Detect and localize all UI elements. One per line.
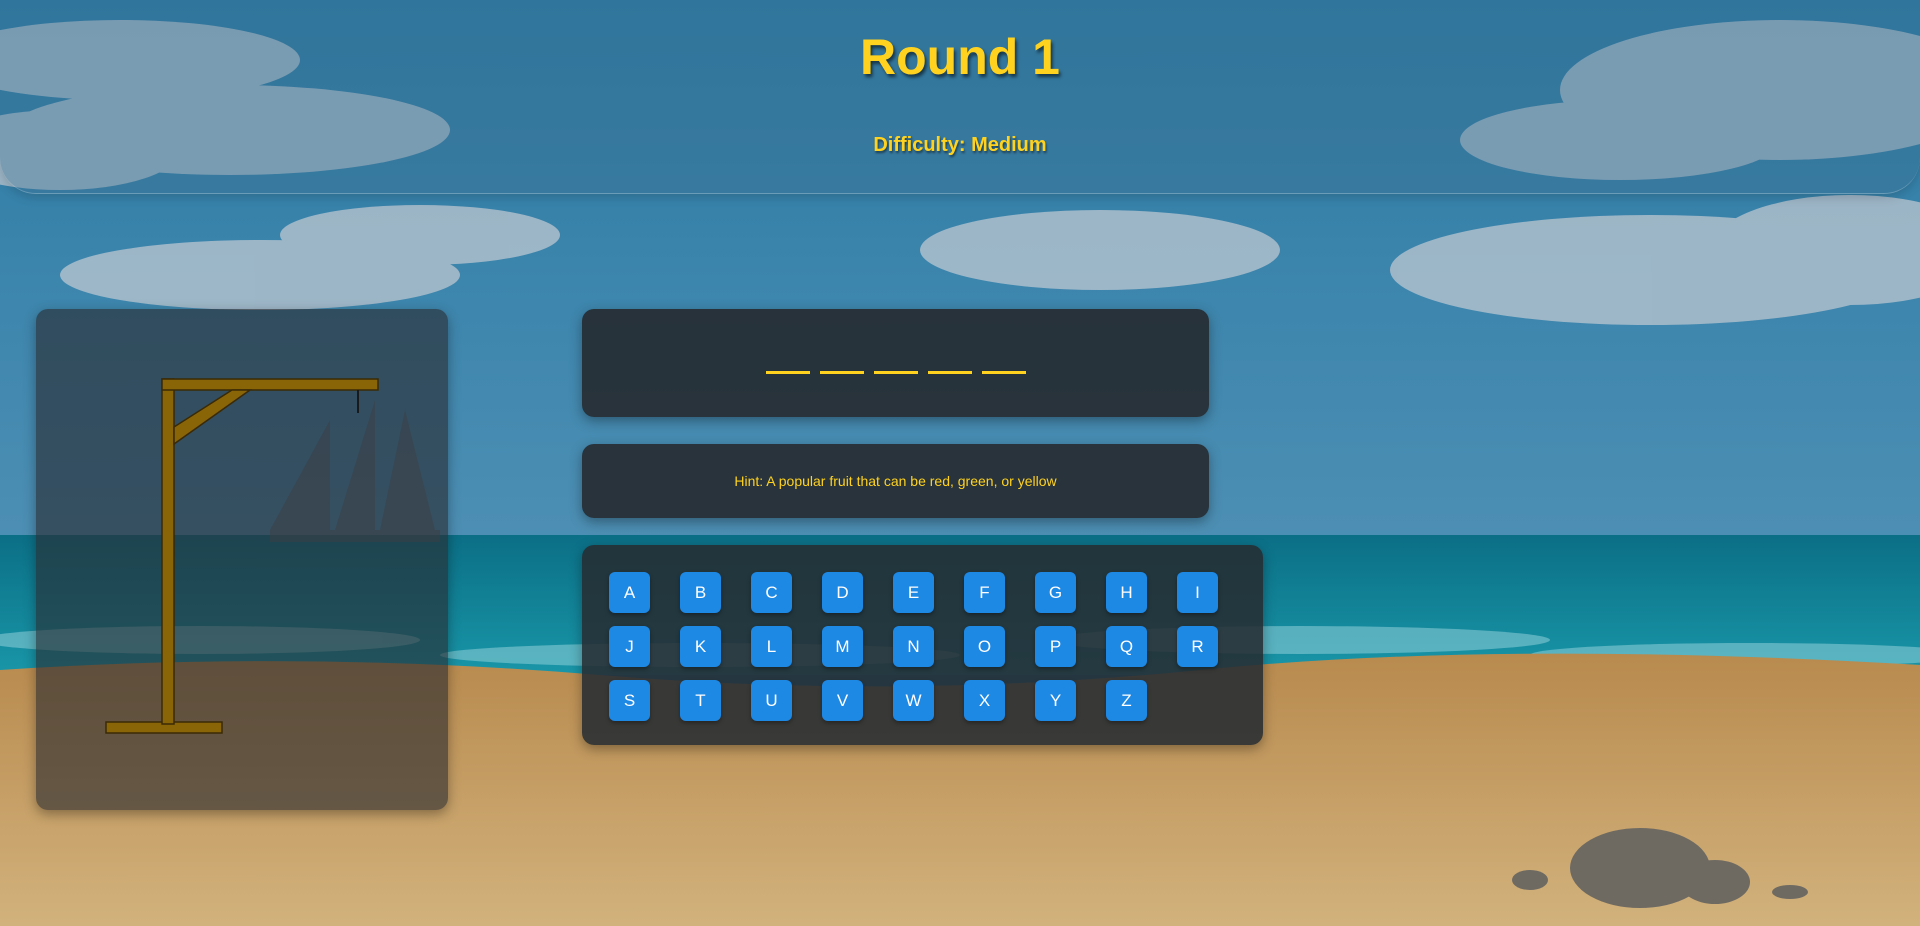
letter-button-c[interactable]: C bbox=[751, 572, 792, 613]
letter-button-u[interactable]: U bbox=[751, 680, 792, 721]
letter-button-r[interactable]: R bbox=[1177, 626, 1218, 667]
gallows-brace bbox=[173, 389, 253, 446]
gallows-drawing bbox=[105, 378, 379, 734]
letter-button-t[interactable]: T bbox=[680, 680, 721, 721]
letter-button-j[interactable]: J bbox=[609, 626, 650, 667]
round-header: Round 1 Difficulty: Medium bbox=[0, 0, 1920, 194]
letter-button-x[interactable]: X bbox=[964, 680, 1005, 721]
hangman-drawing-panel bbox=[36, 309, 448, 810]
letter-blank bbox=[927, 371, 972, 374]
letter-button-d[interactable]: D bbox=[822, 572, 863, 613]
letter-button-g[interactable]: G bbox=[1035, 572, 1076, 613]
letter-keyboard-panel: ABCDEFGHI JKLMNOPQR STUVWXYZ bbox=[582, 545, 1263, 745]
gallows-post bbox=[161, 378, 175, 725]
letter-button-b[interactable]: B bbox=[680, 572, 721, 613]
gallows-beam bbox=[161, 378, 379, 391]
letter-button-v[interactable]: V bbox=[822, 680, 863, 721]
letter-button-l[interactable]: L bbox=[751, 626, 792, 667]
letter-button-o[interactable]: O bbox=[964, 626, 1005, 667]
letter-button-s[interactable]: S bbox=[609, 680, 650, 721]
letter-blank bbox=[873, 371, 918, 374]
letter-button-a[interactable]: A bbox=[609, 572, 650, 613]
letter-button-n[interactable]: N bbox=[893, 626, 934, 667]
word-display-panel bbox=[582, 309, 1209, 417]
letter-blank bbox=[819, 371, 864, 374]
hint-text: Hint: A popular fruit that can be red, g… bbox=[734, 473, 1057, 489]
letter-button-e[interactable]: E bbox=[893, 572, 934, 613]
letter-button-h[interactable]: H bbox=[1106, 572, 1147, 613]
letter-button-f[interactable]: F bbox=[964, 572, 1005, 613]
letter-button-y[interactable]: Y bbox=[1035, 680, 1076, 721]
difficulty-label: Difficulty: Medium bbox=[873, 134, 1047, 156]
word-blanks bbox=[582, 371, 1209, 374]
letter-blank bbox=[981, 371, 1026, 374]
letter-button-m[interactable]: M bbox=[822, 626, 863, 667]
letter-button-q[interactable]: Q bbox=[1106, 626, 1147, 667]
round-title: Round 1 bbox=[860, 29, 1060, 85]
letter-button-z[interactable]: Z bbox=[1106, 680, 1147, 721]
letter-button-i[interactable]: I bbox=[1177, 572, 1218, 613]
letter-button-k[interactable]: K bbox=[680, 626, 721, 667]
letter-grid: ABCDEFGHI JKLMNOPQR STUVWXYZ bbox=[609, 572, 1218, 721]
letter-button-p[interactable]: P bbox=[1035, 626, 1076, 667]
letter-button-w[interactable]: W bbox=[893, 680, 934, 721]
letter-blank bbox=[765, 371, 810, 374]
hint-panel: Hint: A popular fruit that can be red, g… bbox=[582, 444, 1209, 518]
